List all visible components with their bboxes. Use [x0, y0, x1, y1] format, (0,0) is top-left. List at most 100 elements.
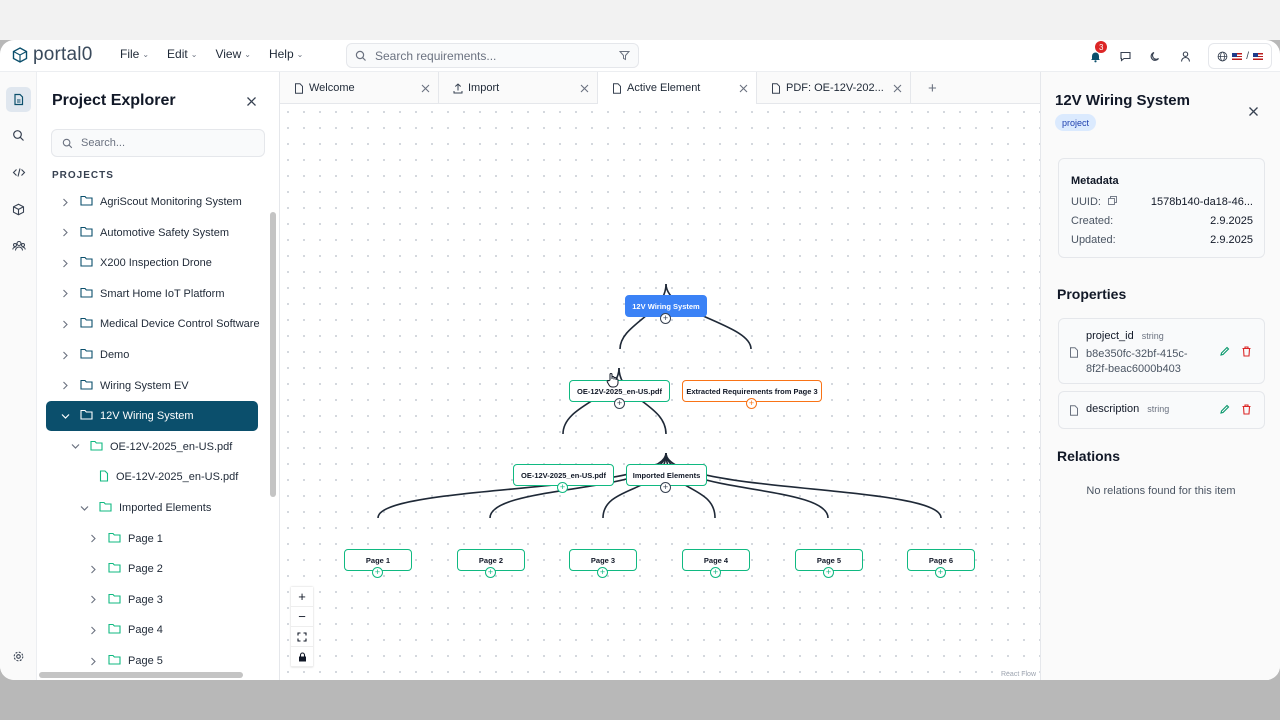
chat-button[interactable]: [1110, 43, 1140, 69]
rail-models-button[interactable]: [6, 197, 31, 222]
node-page-1-expand-icon[interactable]: +: [372, 567, 383, 578]
node-page-6-expand-icon[interactable]: +: [935, 567, 946, 578]
edit-icon[interactable]: [1219, 404, 1230, 415]
brand-logo[interactable]: portal0: [12, 44, 93, 66]
chevron-right-icon[interactable]: [88, 595, 98, 604]
chevron-right-icon[interactable]: [88, 626, 98, 635]
rail-explorer-button[interactable]: [6, 87, 31, 112]
search-placeholder: Search requirements...: [375, 48, 497, 63]
node-root-expand-icon[interactable]: +: [660, 313, 671, 324]
chevron-right-icon[interactable]: [60, 198, 70, 207]
fit-view-button[interactable]: [291, 627, 313, 647]
chevron-down-icon[interactable]: [70, 443, 80, 450]
explorer-vertical-scrollbar[interactable]: [270, 212, 276, 497]
node-page-4-expand-icon[interactable]: +: [710, 567, 721, 578]
menu-file[interactable]: File ⌄: [120, 47, 149, 61]
tab-pdf[interactable]: PDF: OE-12V-202...: [757, 72, 911, 104]
top-bar: portal0 File ⌄ Edit ⌄ View ⌄ Help ⌄ Search r…: [0, 40, 1280, 72]
property-type: string: [1141, 331, 1164, 341]
explorer-horizontal-scrollbar[interactable]: [39, 672, 243, 678]
chevron-right-icon[interactable]: [60, 228, 70, 237]
react-flow-attribution[interactable]: React Flow: [1000, 671, 1036, 678]
tree-item-label: X200 Inspection Drone: [100, 257, 212, 270]
chevron-right-icon[interactable]: [88, 534, 98, 543]
rail-team-button[interactable]: [6, 233, 31, 258]
tab-welcome[interactable]: Welcome: [280, 72, 439, 104]
chevron-right-icon[interactable]: [60, 320, 70, 329]
fit-view-icon: [297, 631, 307, 642]
tree-item-label: Page 2: [128, 563, 163, 576]
tree-folder-item[interactable]: AgriScout Monitoring System: [60, 187, 242, 217]
menu-view[interactable]: View ⌄: [215, 47, 251, 61]
node-pdf-expand-icon[interactable]: +: [614, 398, 625, 409]
tree-folder-item[interactable]: Page 4: [88, 615, 163, 645]
close-icon[interactable]: [739, 84, 748, 93]
close-icon[interactable]: [580, 84, 589, 93]
tree-folder-item[interactable]: Imported Elements: [79, 493, 211, 523]
chevron-right-icon[interactable]: [60, 351, 70, 360]
tree-folder-item[interactable]: Page 3: [88, 585, 163, 615]
notification-count-badge: 3: [1095, 41, 1108, 53]
trash-icon[interactable]: [1241, 404, 1252, 415]
zoom-out-button[interactable]: −: [291, 607, 313, 627]
tree-folder-item[interactable]: Medical Device Control Software: [60, 309, 260, 339]
tree-item-label: Automotive Safety System: [100, 226, 229, 239]
rail-code-button[interactable]: [6, 160, 31, 185]
node-pdf-b-expand-icon[interactable]: +: [557, 482, 568, 493]
node-extracted-expand-icon[interactable]: +: [746, 398, 757, 409]
edit-icon[interactable]: [1219, 346, 1230, 357]
language-selector[interactable]: /: [1208, 43, 1272, 69]
zoom-in-button[interactable]: +: [291, 587, 313, 607]
close-icon[interactable]: [421, 84, 430, 93]
menu-edit[interactable]: Edit ⌄: [167, 47, 197, 61]
flow-canvas[interactable]: 12V Wiring System + OE-12V-2025_en-US.pd…: [280, 104, 1040, 680]
file-icon: [295, 82, 303, 94]
tree-folder-item[interactable]: Page 1: [88, 524, 163, 554]
trash-icon[interactable]: [1241, 346, 1252, 357]
chevron-down-icon[interactable]: [60, 413, 70, 420]
tree-folder-item[interactable]: OE-12V-2025_en-US.pdf: [70, 432, 232, 462]
menu-help[interactable]: Help ⌄: [269, 47, 303, 61]
tree-item-label: Demo: [100, 349, 130, 361]
user-account-button[interactable]: [1170, 43, 1200, 69]
chevron-right-icon[interactable]: [60, 259, 70, 268]
notifications-button[interactable]: 3: [1080, 41, 1110, 69]
add-tab-button[interactable]: +: [928, 80, 937, 97]
close-explorer-button[interactable]: [246, 94, 257, 112]
rail-settings-button[interactable]: [6, 644, 31, 669]
lock-button[interactable]: [291, 647, 313, 667]
rail-search-button[interactable]: [6, 123, 31, 148]
tab-import[interactable]: Import: [439, 72, 598, 104]
tree-folder-item[interactable]: Demo: [60, 340, 129, 370]
chevron-right-icon[interactable]: [60, 289, 70, 298]
node-imported-expand-icon[interactable]: +: [660, 482, 671, 493]
folder-icon: [80, 195, 93, 209]
tree-folder-item[interactable]: Wiring System EV: [60, 371, 189, 401]
theme-toggle-button[interactable]: [1140, 43, 1170, 69]
tree-folder-item[interactable]: Automotive Safety System: [60, 218, 229, 248]
tree-file-item[interactable]: OE-12V-2025_en-US.pdf: [79, 462, 238, 492]
filter-icon[interactable]: [619, 50, 630, 61]
properties-title: Properties: [1057, 286, 1127, 302]
tree-folder-item[interactable]: Page 2: [88, 554, 163, 584]
tree-folder-item[interactable]: Smart Home IoT Platform: [60, 279, 225, 309]
close-icon[interactable]: [893, 84, 902, 93]
requirements-search[interactable]: Search requirements...: [346, 43, 639, 68]
close-details-button[interactable]: [1248, 104, 1259, 122]
folder-icon: [108, 562, 121, 576]
node-page-5-expand-icon[interactable]: +: [823, 567, 834, 578]
explorer-search-input[interactable]: Search...: [51, 129, 265, 157]
tree-folder-item[interactable]: 12V Wiring System: [46, 401, 258, 432]
node-page-3-expand-icon[interactable]: +: [597, 567, 608, 578]
chevron-right-icon[interactable]: [88, 565, 98, 574]
chevron-down-icon[interactable]: [79, 505, 89, 512]
chevron-right-icon[interactable]: [60, 381, 70, 390]
tree-item-label: Page 5: [128, 655, 163, 667]
copy-icon[interactable]: [1108, 196, 1117, 205]
tab-active-element[interactable]: Active Element: [598, 72, 757, 104]
node-page-2-expand-icon[interactable]: +: [485, 567, 496, 578]
us-flag-icon: [1232, 52, 1243, 60]
tree-item-label: OE-12V-2025_en-US.pdf: [116, 471, 239, 484]
tree-folder-item[interactable]: X200 Inspection Drone: [60, 248, 212, 278]
chevron-right-icon[interactable]: [88, 657, 98, 666]
